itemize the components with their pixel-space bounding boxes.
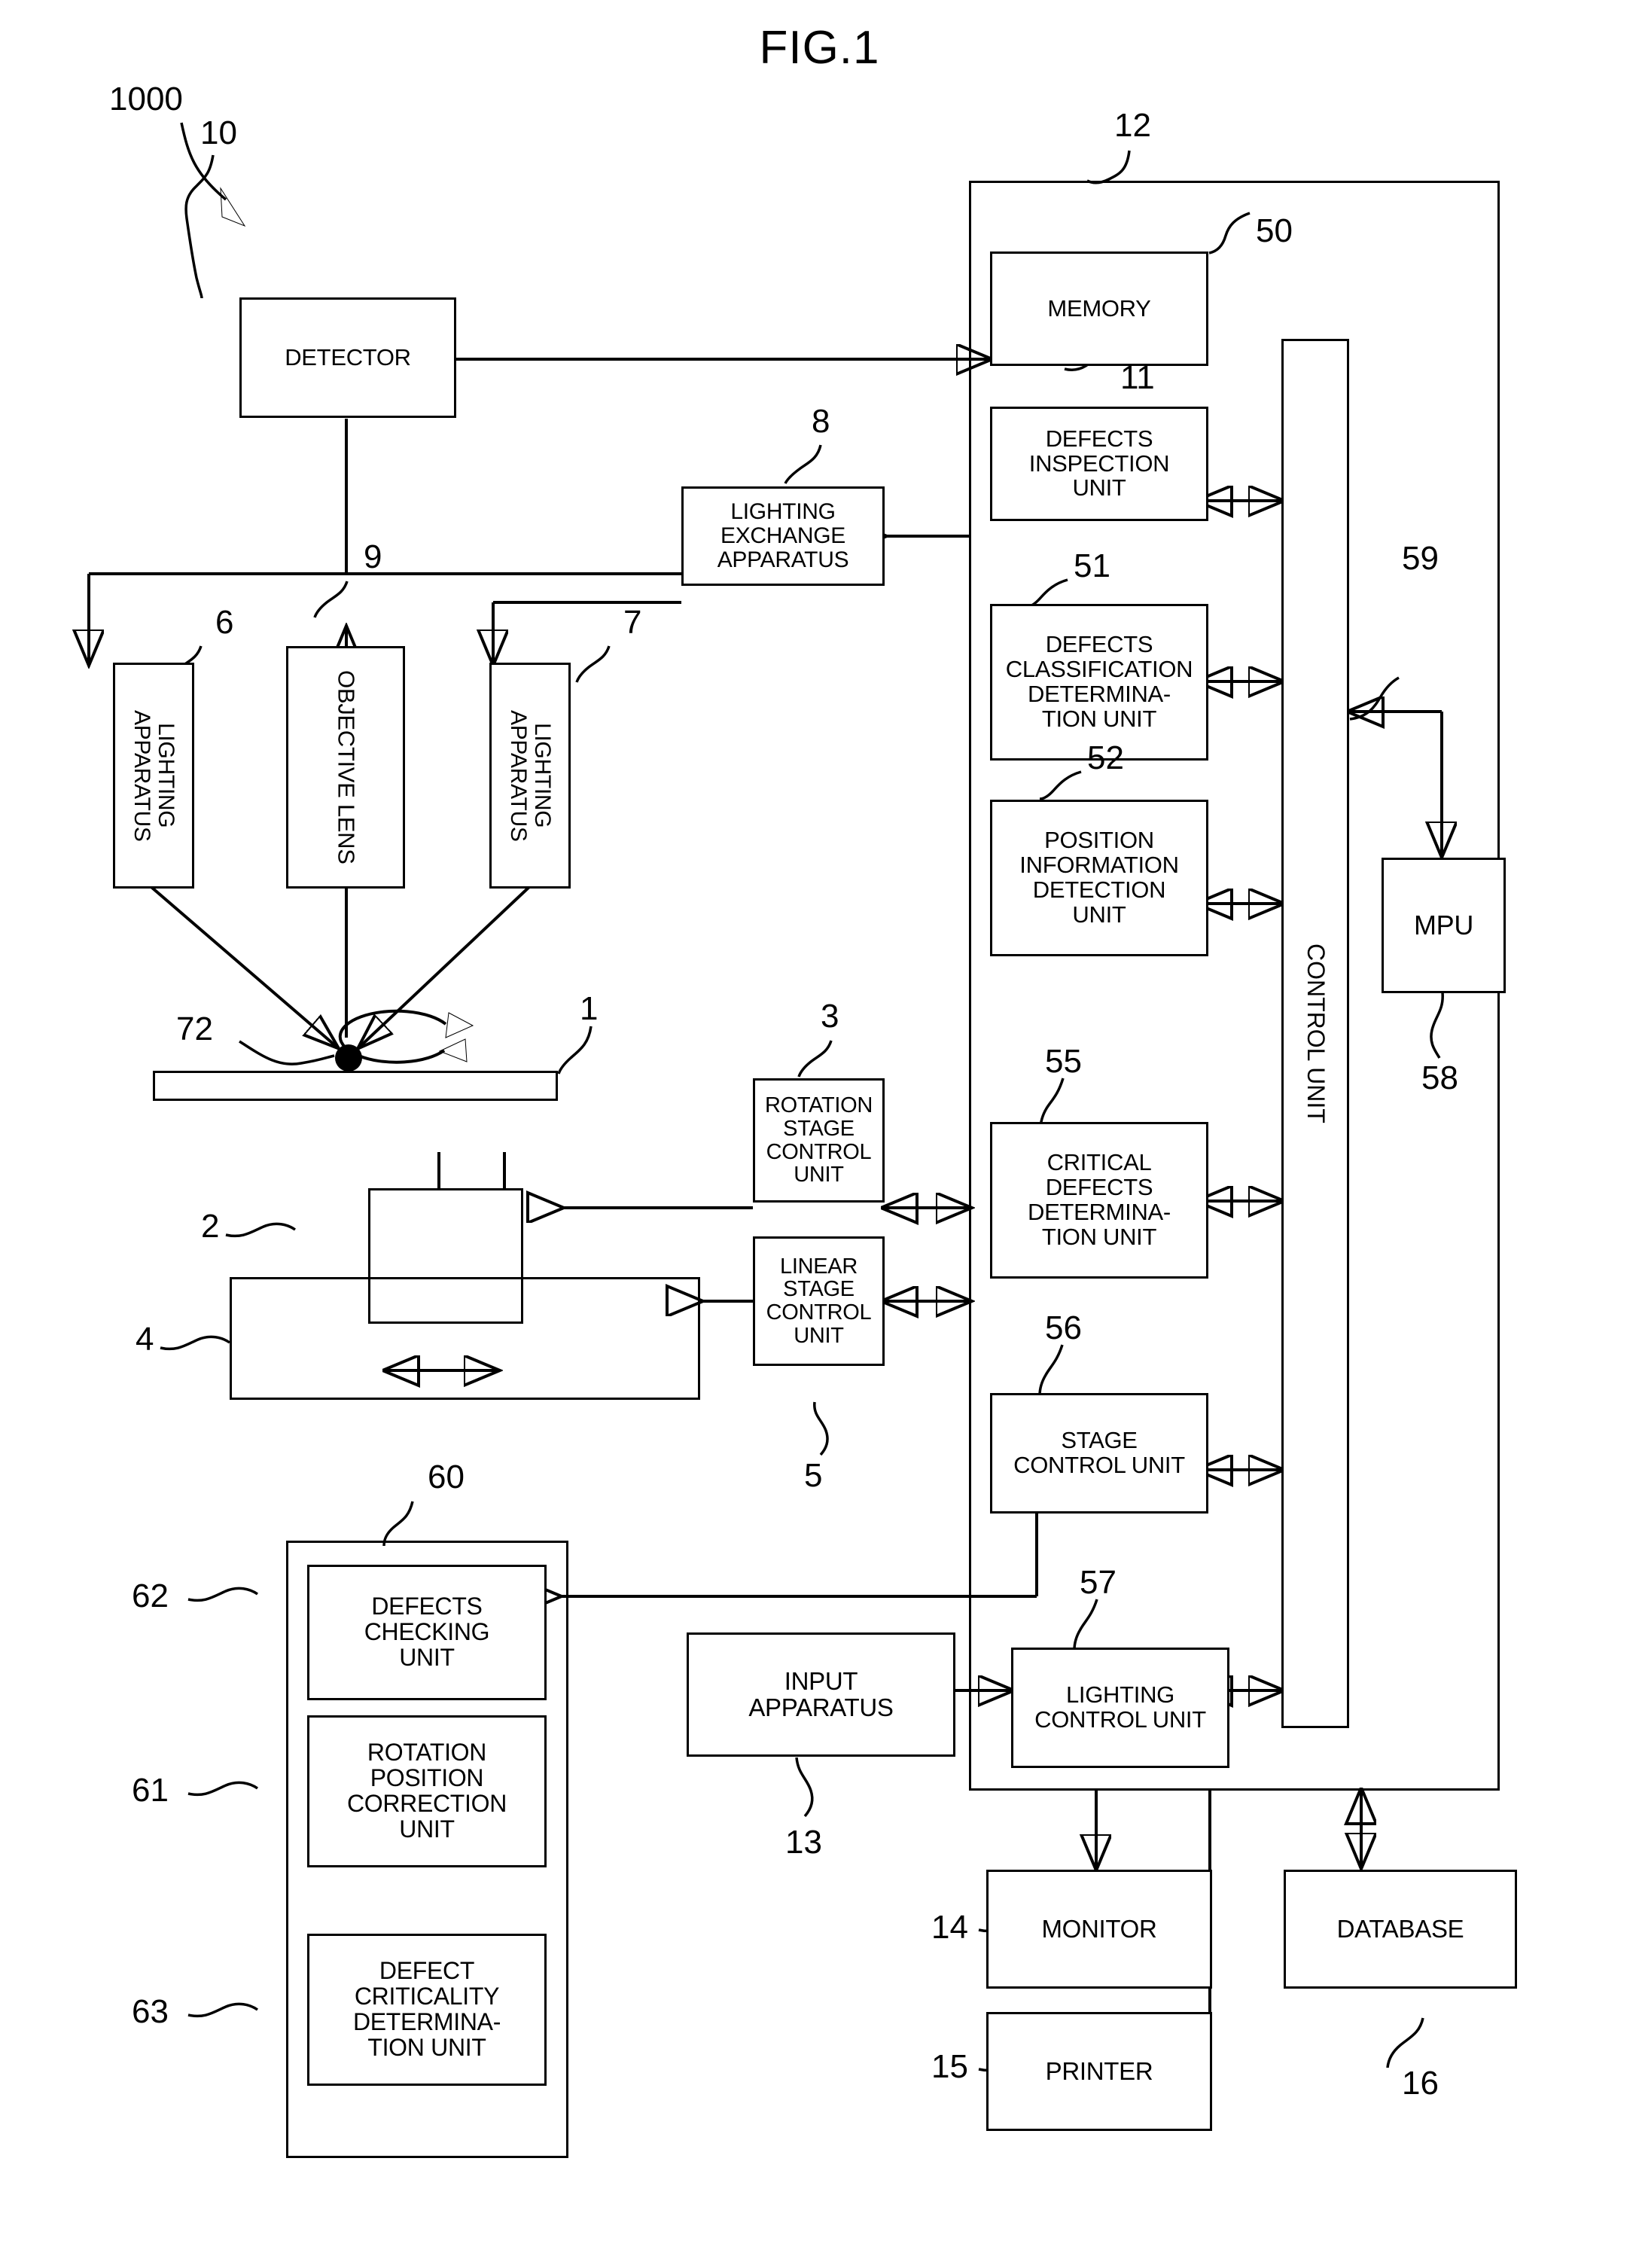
lighting-apparatus-right-block: LIGHTING APPARATUS bbox=[489, 663, 571, 889]
numeral-position-information: 52 bbox=[1087, 739, 1124, 776]
defects-checking-unit-block: DEFECTS CHECKING UNIT bbox=[307, 1565, 547, 1700]
monitor-block: MONITOR bbox=[986, 1870, 1212, 1989]
numeral-mpu: 58 bbox=[1421, 1059, 1458, 1096]
numeral-rotation-stage-control: 3 bbox=[821, 998, 839, 1035]
numeral-defects-inspection: 11 bbox=[1120, 359, 1155, 396]
numeral-lighting-exchange: 8 bbox=[812, 403, 830, 440]
control-unit-bus-block: CONTROL UNIT bbox=[1281, 339, 1349, 1728]
printer-block: PRINTER bbox=[986, 2012, 1212, 2131]
numeral-detector: 10 bbox=[200, 114, 237, 151]
patent-figure-page: FIG.1 DETECTOR 10 1000 LIGHTING EXCHANGE… bbox=[0, 0, 1639, 2268]
database-block: DATABASE bbox=[1284, 1870, 1517, 1989]
linear-stage-body bbox=[230, 1277, 700, 1400]
numeral-lighting-apparatus-right: 7 bbox=[623, 604, 642, 641]
numeral-wafer-stage: 1 bbox=[580, 990, 599, 1027]
defects-classification-determination-unit-block: DEFECTS CLASSIFICATION DETERMINA- TION U… bbox=[990, 604, 1208, 761]
memory-block: MEMORY bbox=[990, 251, 1208, 366]
detector-block: DETECTOR bbox=[239, 297, 456, 418]
defects-inspection-unit-block: DEFECTS INSPECTION UNIT bbox=[990, 407, 1208, 521]
numeral-review-housing: 60 bbox=[428, 1459, 465, 1495]
wafer-stage-plate bbox=[153, 1071, 558, 1101]
numeral-linear-stage: 4 bbox=[136, 1321, 154, 1358]
numeral-lighting-control: 57 bbox=[1080, 1564, 1117, 1601]
numeral-stage-control: 56 bbox=[1045, 1309, 1082, 1346]
input-apparatus-block: INPUT APPARATUS bbox=[687, 1632, 955, 1757]
position-information-detection-unit-block: POSITION INFORMATION DETECTION UNIT bbox=[990, 800, 1208, 956]
rotation-stage-control-unit-block: ROTATION STAGE CONTROL UNIT bbox=[753, 1078, 885, 1203]
numeral-rotation-stage: 2 bbox=[201, 1208, 220, 1245]
numeral-lighting-apparatus-left: 6 bbox=[215, 604, 234, 641]
numeral-defect-criticality: 63 bbox=[132, 1993, 169, 2030]
numeral-defects-classification: 51 bbox=[1074, 547, 1110, 584]
numeral-database: 16 bbox=[1402, 2065, 1439, 2102]
rotation-position-correction-unit-block: ROTATION POSITION CORRECTION UNIT bbox=[307, 1715, 547, 1867]
figure-title: FIG.1 bbox=[759, 22, 880, 74]
lighting-exchange-apparatus-block: LIGHTING EXCHANGE APPARATUS bbox=[681, 486, 885, 586]
numeral-defect-point: 72 bbox=[176, 1011, 213, 1047]
numeral-control-unit-bus: 59 bbox=[1402, 540, 1439, 577]
numeral-defects-checking: 62 bbox=[132, 1578, 169, 1614]
numeral-controller-housing: 12 bbox=[1114, 107, 1151, 144]
numeral-memory: 50 bbox=[1256, 212, 1293, 249]
lighting-apparatus-left-block: LIGHTING APPARATUS bbox=[113, 663, 194, 889]
critical-defects-determination-unit-block: CRITICAL DEFECTS DETERMINA- TION UNIT bbox=[990, 1122, 1208, 1279]
numeral-critical-defects: 55 bbox=[1045, 1043, 1082, 1080]
stage-control-unit-block: STAGE CONTROL UNIT bbox=[990, 1393, 1208, 1514]
numeral-printer: 15 bbox=[931, 2048, 968, 2085]
numeral-system: 1000 bbox=[109, 81, 183, 117]
objective-lens-block: OBJECTIVE LENS bbox=[286, 646, 405, 889]
linear-stage-control-unit-block: LINEAR STAGE CONTROL UNIT bbox=[753, 1236, 885, 1366]
lighting-control-unit-block: LIGHTING CONTROL UNIT bbox=[1011, 1648, 1229, 1768]
numeral-objective-lens: 9 bbox=[364, 538, 382, 575]
numeral-rotation-position-correction: 61 bbox=[132, 1772, 169, 1809]
numeral-monitor: 14 bbox=[931, 1909, 968, 1946]
numeral-input-apparatus: 13 bbox=[785, 1824, 822, 1861]
defect-criticality-determination-unit-block: DEFECT CRITICALITY DETERMINA- TION UNIT bbox=[307, 1934, 547, 2086]
numeral-linear-stage-control: 5 bbox=[804, 1457, 823, 1494]
mpu-block: MPU bbox=[1382, 858, 1506, 993]
